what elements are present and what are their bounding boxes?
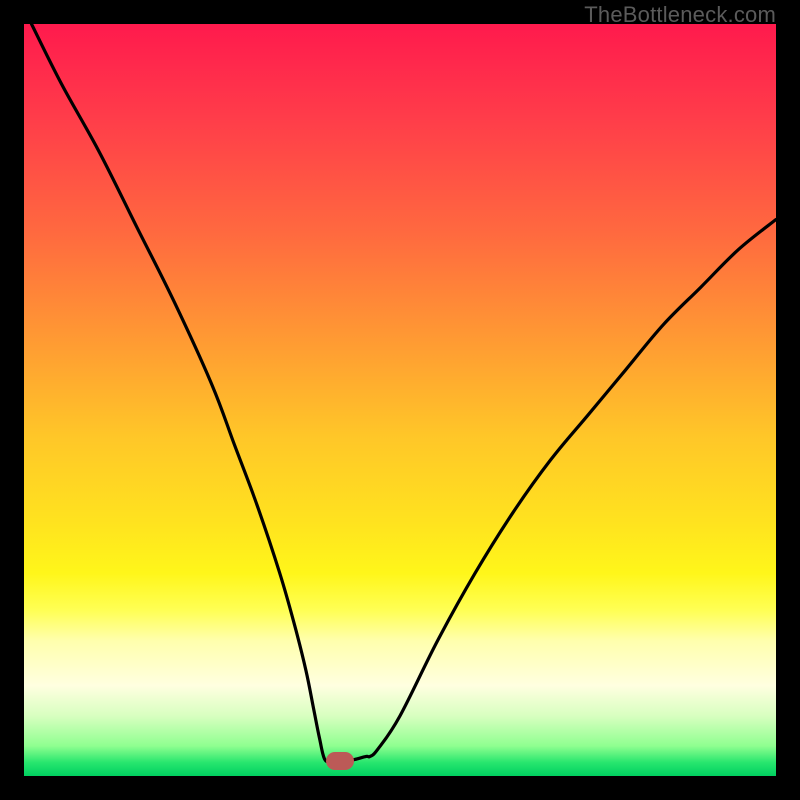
chart-frame: TheBottleneck.com: [0, 0, 800, 800]
plot-area: [24, 24, 776, 776]
optimal-point-marker: [326, 752, 354, 770]
bottleneck-curve: [32, 24, 776, 762]
curve-svg: [24, 24, 776, 776]
